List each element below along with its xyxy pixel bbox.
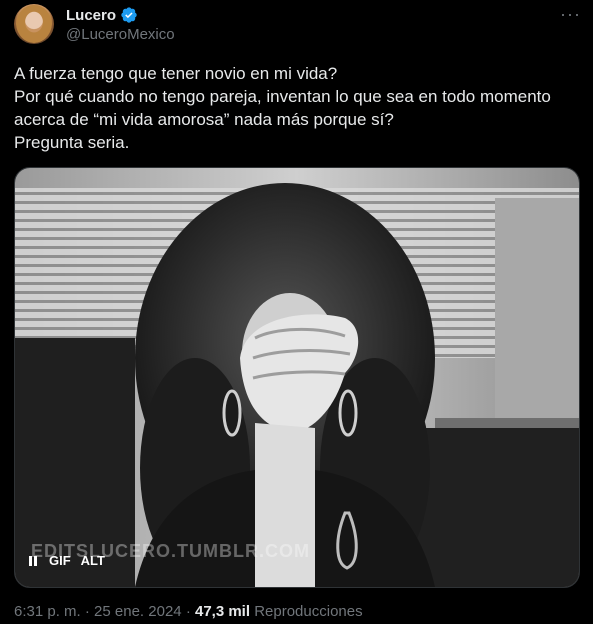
gif-media[interactable]: EDITSLUCERO.TUMBLR.COM GIF ALT bbox=[14, 167, 580, 588]
tweet-meta: 6:31 p. m. · 25 ene. 2024 · 47,3 mil Rep… bbox=[14, 603, 363, 620]
pause-icon[interactable] bbox=[27, 555, 39, 567]
gif-frame-image bbox=[15, 168, 579, 587]
meta-separator: · bbox=[185, 603, 191, 620]
views-label: Reproducciones bbox=[254, 603, 363, 620]
tweet-line: acerca de “mi vida amorosa” nada más por… bbox=[14, 110, 394, 129]
verified-badge-icon bbox=[120, 6, 138, 24]
author-name-row[interactable]: Lucero bbox=[66, 6, 138, 24]
meta-separator: · bbox=[84, 603, 90, 620]
alt-badge[interactable]: ALT bbox=[81, 553, 105, 568]
media-controls: GIF ALT bbox=[27, 553, 105, 568]
tweet-line: Pregunta seria. bbox=[14, 133, 130, 152]
tweet: Lucero @LuceroMexico ··· A fuerza tengo … bbox=[0, 0, 593, 624]
tweet-text: A fuerza tengo que tener novio en mi vid… bbox=[14, 62, 580, 154]
tweet-date[interactable]: 25 ene. 2024 bbox=[94, 603, 182, 620]
avatar[interactable] bbox=[14, 4, 54, 44]
gif-badge: GIF bbox=[49, 553, 71, 568]
tweet-line: Por qué cuando no tengo pareja, inventan… bbox=[14, 87, 551, 106]
author-handle[interactable]: @LuceroMexico bbox=[66, 26, 175, 43]
more-horizontal-icon[interactable]: ··· bbox=[560, 5, 580, 24]
display-name[interactable]: Lucero bbox=[66, 7, 116, 24]
views-count: 47,3 mil bbox=[194, 603, 251, 620]
tweet-line: A fuerza tengo que tener novio en mi vid… bbox=[14, 64, 338, 83]
tweet-time[interactable]: 6:31 p. m. bbox=[14, 603, 81, 620]
